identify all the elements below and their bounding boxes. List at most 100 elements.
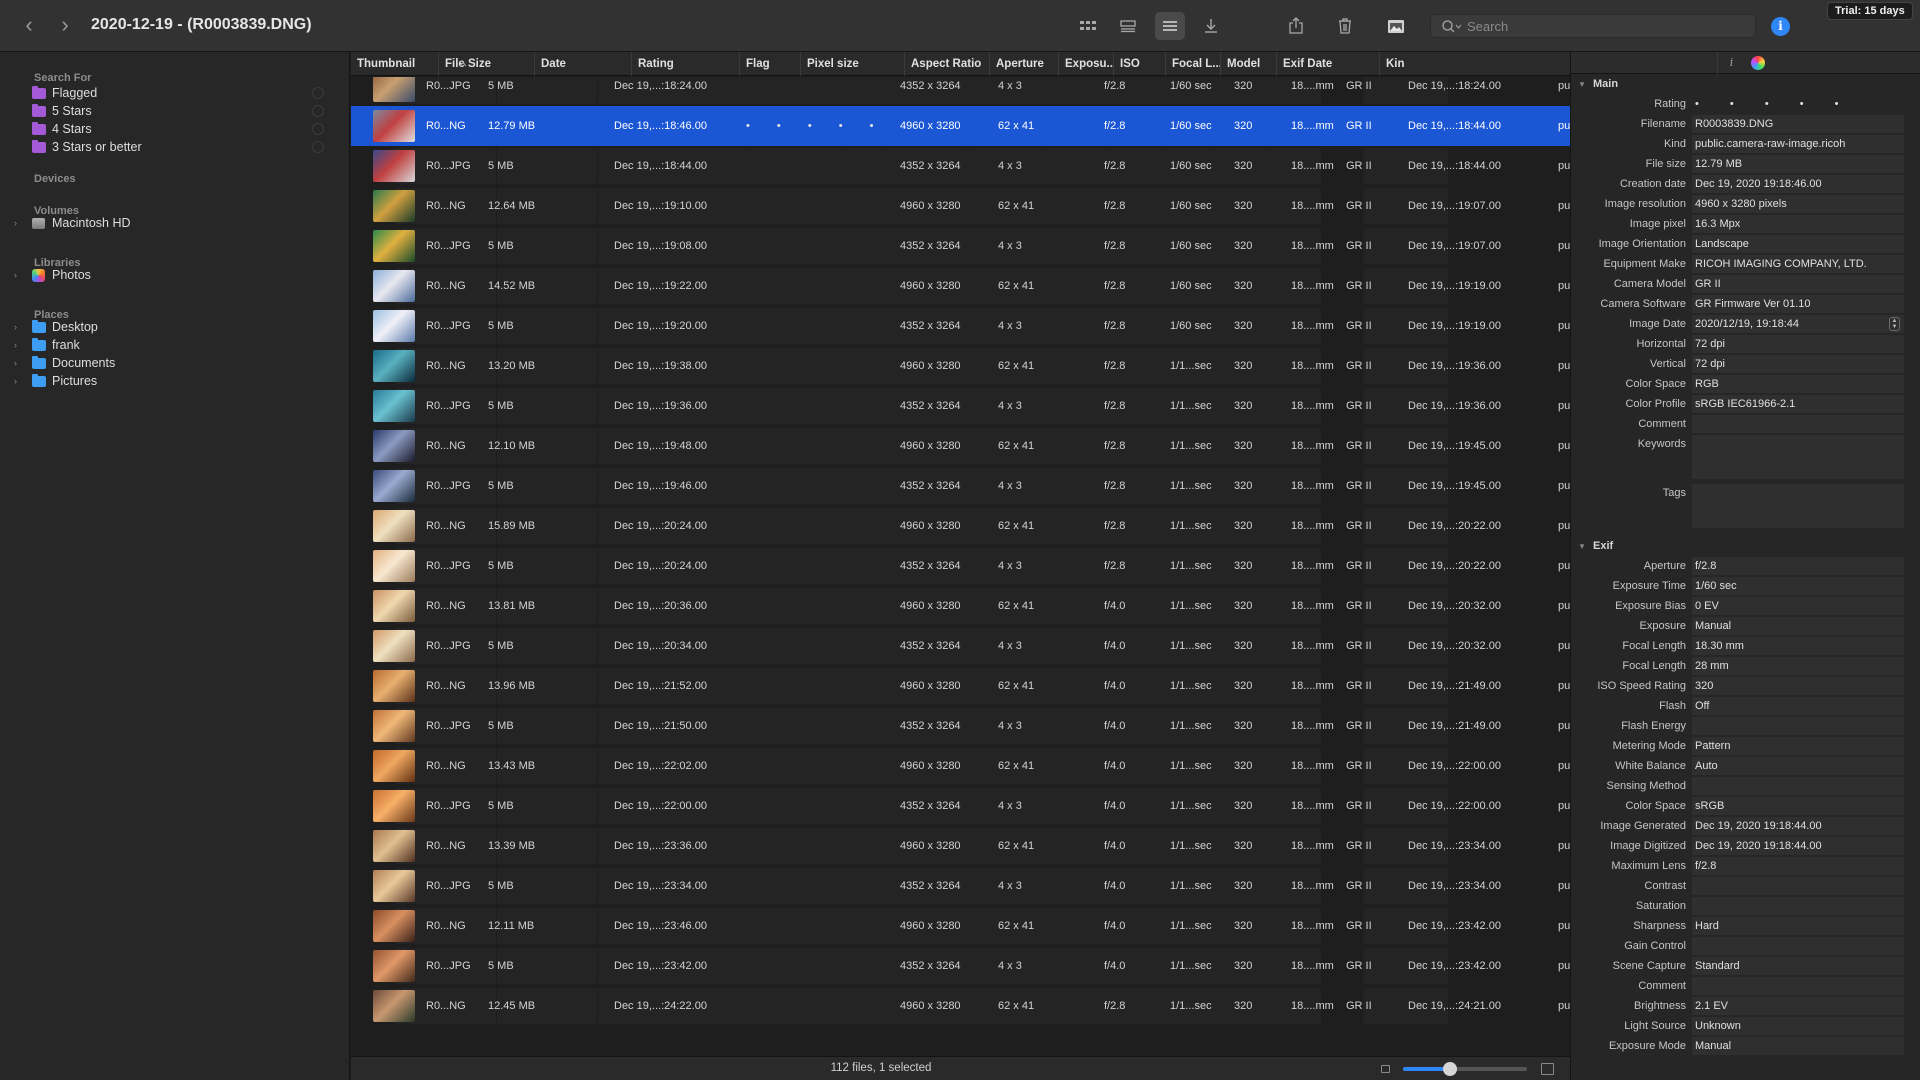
sidebar-item-pictures[interactable]: › Pictures: [14, 372, 334, 390]
thumbnail-image[interactable]: [373, 310, 415, 342]
sidebar-item-photos[interactable]: › Photos: [14, 266, 334, 284]
property-value[interactable]: Dec 19, 2020 19:18:44.00: [1692, 837, 1904, 855]
property-value[interactable]: [1692, 777, 1904, 795]
thumbnail-image[interactable]: [373, 110, 415, 142]
info-tab-icon[interactable]: i: [1717, 52, 1745, 74]
property-value[interactable]: public.camera-raw-image.ricoh: [1692, 135, 1904, 153]
sidebar-item-flagged[interactable]: Flagged: [14, 84, 334, 102]
thumbnail-image[interactable]: [373, 77, 415, 102]
thumbnail-image[interactable]: [373, 590, 415, 622]
disclosure-arrow-icon[interactable]: ›: [14, 322, 28, 332]
sidebar-item-4-stars[interactable]: 4 Stars: [14, 120, 334, 138]
column-header-aperture[interactable]: Aperture: [989, 52, 1058, 76]
column-header-focal-l[interactable]: Focal L...: [1165, 52, 1220, 76]
table-row[interactable]: R0...NG 13.81 MB Dec 19,...:20:36.00 4960 x…: [351, 586, 1570, 626]
table-row[interactable]: R0...JPG 5 MB Dec 19,...:19:20.00 4352 x 32…: [351, 306, 1570, 346]
property-value[interactable]: Unknown: [1692, 1017, 1904, 1035]
property-value[interactable]: Standard: [1692, 957, 1904, 975]
zoom-in-icon[interactable]: [1541, 1063, 1554, 1075]
column-header-thumbnail[interactable]: Thumbnail: [351, 52, 438, 76]
delete-button[interactable]: [1330, 12, 1360, 40]
property-value[interactable]: Landscape: [1692, 235, 1904, 253]
table-row[interactable]: R0...JPG 5 MB Dec 19,...:19:46.00 4352 x 32…: [351, 466, 1570, 506]
table-row[interactable]: R0...JPG 5 MB Dec 19,...:18:24.00 4352 x 32…: [351, 77, 1570, 106]
property-value[interactable]: [1692, 717, 1904, 735]
sidebar-item-3-stars-or-better[interactable]: 3 Stars or better: [14, 138, 334, 156]
column-header-kin[interactable]: Kin: [1379, 52, 1419, 76]
chevron-down-icon[interactable]: ▾: [1571, 536, 1593, 556]
property-value[interactable]: Pattern: [1692, 737, 1904, 755]
thumbnail-image[interactable]: [373, 790, 415, 822]
sidebar-item-5-stars[interactable]: 5 Stars: [14, 102, 334, 120]
property-value[interactable]: [1692, 415, 1904, 433]
table-row[interactable]: R0...NG 12.11 MB Dec 19,...:23:46.00 4960 x…: [351, 906, 1570, 946]
share-button[interactable]: [1281, 12, 1311, 40]
thumbnail-image[interactable]: [373, 670, 415, 702]
disclosure-arrow-icon[interactable]: ›: [14, 358, 28, 368]
column-header-exposu[interactable]: Exposu...: [1058, 52, 1113, 76]
sidebar-item-macintosh-hd[interactable]: › Macintosh HD: [14, 214, 334, 232]
property-value[interactable]: 18.30 mm: [1692, 637, 1904, 655]
zoom-slider-knob[interactable]: [1443, 1062, 1458, 1076]
thumbnail-image[interactable]: [373, 350, 415, 382]
property-value[interactable]: 2.1 EV: [1692, 997, 1904, 1015]
info-button[interactable]: i: [1771, 17, 1790, 36]
clear-search-icon[interactable]: [312, 123, 324, 135]
property-value[interactable]: Auto: [1692, 757, 1904, 775]
table-row[interactable]: R0...JPG 5 MB Dec 19,...:20:24.00 4352 x 32…: [351, 546, 1570, 586]
table-row[interactable]: R0...JPG 5 MB Dec 19,...:21:50.00 4352 x 32…: [351, 706, 1570, 746]
column-header-iso[interactable]: ISO: [1113, 52, 1165, 76]
column-header-date[interactable]: Date: [534, 52, 631, 76]
table-row[interactable]: R0...JPG 5 MB Dec 19,...:22:00.00 4352 x 32…: [351, 786, 1570, 826]
forward-button[interactable]: ›: [52, 13, 78, 39]
table-row[interactable]: R0...JPG 5 MB Dec 19,...:23:34.00 4352 x 32…: [351, 866, 1570, 906]
disclosure-arrow-icon[interactable]: ›: [14, 270, 28, 280]
thumbnail-image[interactable]: [373, 550, 415, 582]
property-value[interactable]: GR II: [1692, 275, 1904, 293]
property-value[interactable]: 320: [1692, 677, 1904, 695]
property-value[interactable]: 4960 x 3280 pixels: [1692, 195, 1904, 213]
property-value[interactable]: 12.79 MB: [1692, 155, 1904, 173]
property-value[interactable]: GR Firmware Ver 01.10: [1692, 295, 1904, 313]
thumbnail-image[interactable]: [373, 510, 415, 542]
property-value[interactable]: [1692, 977, 1904, 995]
column-header-file-size[interactable]: File Size: [438, 52, 534, 76]
property-value[interactable]: Manual: [1692, 1037, 1904, 1055]
sidebar-item-documents[interactable]: › Documents: [14, 354, 334, 372]
property-value[interactable]: f/2.8: [1692, 557, 1904, 575]
date-stepper-icon[interactable]: ▲ ▼: [1889, 317, 1900, 331]
thumbnail-image[interactable]: [373, 710, 415, 742]
inspector-section-exif[interactable]: ▾ Exif: [1571, 536, 1920, 556]
thumbnail-image[interactable]: [373, 190, 415, 222]
clear-search-icon[interactable]: [312, 87, 324, 99]
column-header-flag[interactable]: Flag: [739, 52, 800, 76]
column-header-rating[interactable]: Rating: [631, 52, 739, 76]
table-row[interactable]: R0...NG 12.64 MB Dec 19,...:19:10.00 4960 x…: [351, 186, 1570, 226]
property-value[interactable]: Off: [1692, 697, 1904, 715]
disclosure-arrow-icon[interactable]: ›: [14, 218, 28, 228]
property-value[interactable]: [1692, 937, 1904, 955]
clear-search-icon[interactable]: [312, 141, 324, 153]
property-value[interactable]: [1692, 484, 1904, 528]
property-value[interactable]: • • • • •: [1692, 95, 1904, 113]
table-row[interactable]: R0...JPG 5 MB Dec 19,...:19:08.00 4352 x 32…: [351, 226, 1570, 266]
table-row[interactable]: R0...JPG 5 MB Dec 19,...:18:44.00 4352 x 32…: [351, 146, 1570, 186]
table-row[interactable]: R0...NG 14.52 MB Dec 19,...:19:22.00 4960 x…: [351, 266, 1570, 306]
property-value[interactable]: sRGB: [1692, 797, 1904, 815]
zoom-out-icon[interactable]: [1381, 1065, 1390, 1073]
back-button[interactable]: ‹: [16, 13, 42, 39]
thumbnail-image[interactable]: [373, 390, 415, 422]
property-value[interactable]: [1692, 897, 1904, 915]
color-wheel-icon[interactable]: [1751, 56, 1765, 70]
disclosure-arrow-icon[interactable]: ›: [14, 340, 28, 350]
zoom-slider[interactable]: [1403, 1062, 1527, 1076]
table-row[interactable]: R0...NG 12.79 MB Dec 19,...:18:46.00 4960 x…: [351, 106, 1570, 146]
thumbnail-image[interactable]: [373, 910, 415, 942]
filmstrip-view-button[interactable]: [1113, 12, 1143, 40]
table-row[interactable]: R0...NG 15.89 MB Dec 19,...:20:24.00 4960 x…: [351, 506, 1570, 546]
table-row[interactable]: R0...NG 13.39 MB Dec 19,...:23:36.00 4960 x…: [351, 826, 1570, 866]
grid-view-button[interactable]: [1073, 12, 1103, 40]
property-value[interactable]: 0 EV: [1692, 597, 1904, 615]
property-value[interactable]: R0003839.DNG: [1692, 115, 1904, 133]
property-value[interactable]: 28 mm: [1692, 657, 1904, 675]
